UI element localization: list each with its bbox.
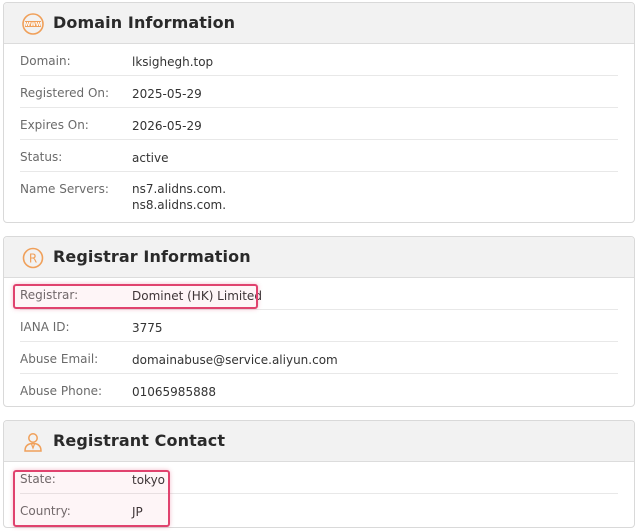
domain-value: lksighegh.top xyxy=(132,55,214,69)
abuse-phone-value: 01065985888 xyxy=(132,385,216,399)
registered-icon: R xyxy=(22,247,44,269)
state-value: tokyo xyxy=(132,473,166,487)
registrar-information-header: R Registrar Information xyxy=(4,237,634,278)
country-row: Country: JP xyxy=(20,494,618,526)
registrant-contact-title: Registrant Contact xyxy=(53,431,226,450)
name-server-2: ns8.alidns.com. xyxy=(132,198,227,212)
country-value: JP xyxy=(132,505,143,519)
abuse-phone-label: Abuse Phone: xyxy=(20,384,103,398)
registrant-contact-card: Registrant Contact State: tokyo Country:… xyxy=(3,420,635,528)
registrant-contact-header: Registrant Contact xyxy=(4,421,634,462)
person-icon xyxy=(24,433,42,452)
domain-row: Domain: lksighegh.top xyxy=(20,44,618,76)
status-label: Status: xyxy=(20,150,63,164)
registrar-label: Registrar: xyxy=(20,288,79,302)
name-servers-label: Name Servers: xyxy=(20,182,109,196)
state-label: State: xyxy=(20,472,56,486)
abuse-phone-row: Abuse Phone: 01065985888 xyxy=(20,374,618,406)
svg-text:WWW: WWW xyxy=(25,22,42,28)
registrar-information-title: Registrar Information xyxy=(53,247,251,266)
expires-on-value: 2026-05-29 xyxy=(132,119,202,133)
svg-text:R: R xyxy=(29,252,37,266)
registered-on-label: Registered On: xyxy=(20,86,110,100)
abuse-email-row: Abuse Email: domainabuse@service.aliyun.… xyxy=(20,342,618,374)
domain-information-header: WWW Domain Information xyxy=(4,3,634,44)
status-value: active xyxy=(132,151,169,165)
status-row: Status: active xyxy=(20,140,618,172)
name-servers-value: ns7.alidns.com. ns8.alidns.com. xyxy=(132,181,226,213)
registered-on-row: Registered On: 2025-05-29 xyxy=(20,76,618,108)
iana-id-row: IANA ID: 3775 xyxy=(20,310,618,342)
www-icon: WWW xyxy=(22,13,44,35)
name-servers-row: Name Servers: ns7.alidns.com. ns8.alidns… xyxy=(20,172,618,214)
iana-id-label: IANA ID: xyxy=(20,320,70,334)
expires-on-row: Expires On: 2026-05-29 xyxy=(20,108,618,140)
registrar-information-card: R Registrar Information Registrar: Domin… xyxy=(3,236,635,407)
domain-information-title: Domain Information xyxy=(53,13,236,32)
name-server-1: ns7.alidns.com. xyxy=(132,182,227,196)
iana-id-value: 3775 xyxy=(132,321,163,335)
state-row: State: tokyo xyxy=(20,462,618,494)
registrar-row: Registrar: Dominet (HK) Limited xyxy=(20,278,618,310)
abuse-email-label: Abuse Email: xyxy=(20,352,99,366)
registered-on-value: 2025-05-29 xyxy=(132,87,202,101)
domain-label: Domain: xyxy=(20,54,71,68)
registrar-value: Dominet (HK) Limited xyxy=(132,289,262,303)
domain-information-card: WWW Domain Information Domain: lksighegh… xyxy=(3,2,635,223)
country-label: Country: xyxy=(20,504,71,518)
abuse-email-value: domainabuse@service.aliyun.com xyxy=(132,353,338,367)
expires-on-label: Expires On: xyxy=(20,118,89,132)
